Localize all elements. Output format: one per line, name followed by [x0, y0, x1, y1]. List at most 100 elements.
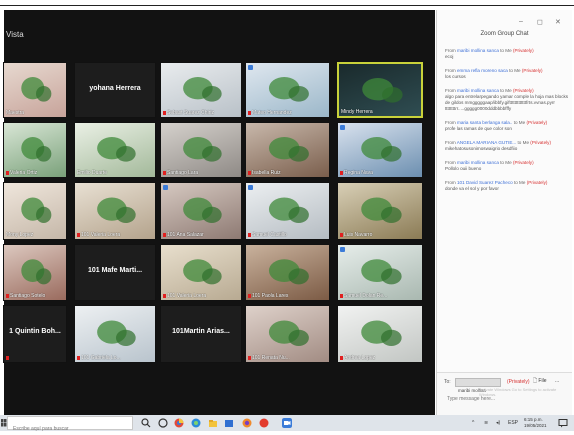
- participant-tile[interactable]: Santiago Sotelo: [3, 244, 67, 301]
- participant-name-text: 101 Valeria Loera: [81, 232, 121, 238]
- private-label: (Privately): [526, 180, 548, 185]
- participant-tile[interactable]: Emilio Duarte: [74, 122, 156, 178]
- participant-name-text: Andrea Lopez: [344, 355, 376, 361]
- private-label: (Privately): [526, 120, 548, 125]
- participant-tile[interactable]: 101 Valeria Loera: [160, 244, 242, 301]
- zoom-icon[interactable]: [282, 418, 292, 428]
- sender-name[interactable]: emma refla moreno saca: [457, 68, 508, 73]
- language-indicator[interactable]: ESP: [508, 420, 518, 426]
- firefox-icon[interactable]: [242, 418, 252, 428]
- participant-tile[interactable]: Regina Nava: [337, 122, 423, 178]
- tray-chevron-icon[interactable]: ^: [472, 420, 474, 426]
- participant-name-text: Isabella Ruiz: [252, 170, 281, 176]
- spotlight-icon: [340, 247, 345, 252]
- participant-name-text: 101 Gabriela Lo...: [81, 355, 121, 361]
- clock[interactable]: 6:15 p.m. 19/05/2021: [524, 417, 547, 429]
- participant-tile[interactable]: Samuel Dolan Re...: [337, 244, 423, 301]
- gallery-next-page[interactable]: [429, 300, 435, 330]
- windows-taskbar: ^ ≋ ◂) ESP 6:15 p.m. 19/05/2021: [0, 415, 574, 433]
- participant-tile[interactable]: 101 Renata Nu...: [245, 305, 330, 363]
- participant-tile[interactable]: Maestra: [3, 62, 67, 118]
- mic-muted-icon: [6, 170, 9, 175]
- minimize-icon[interactable]: –: [519, 18, 523, 25]
- edge-icon[interactable]: [191, 418, 201, 428]
- private-label: (Privately): [512, 160, 534, 165]
- participant-tile[interactable]: Mony Lopez: [3, 182, 67, 240]
- from-label: From: [445, 88, 456, 93]
- mic-muted-icon: [248, 110, 251, 115]
- store-icon[interactable]: [224, 418, 234, 428]
- participant-tile[interactable]: 101 Valeria Loera: [74, 182, 156, 240]
- file-explorer-icon[interactable]: [208, 418, 218, 428]
- from-label: From: [445, 68, 456, 73]
- file-button[interactable]: 🗋 File: [533, 378, 546, 386]
- to-label: to Me: [513, 120, 526, 125]
- participant-tile[interactable]: Santiago Lara: [160, 122, 242, 178]
- message-text: algo para entrelarpegando yamar comple l…: [445, 94, 569, 111]
- participant-tile[interactable]: 101 Mafe Marti...: [74, 244, 156, 301]
- participant-name: 1 Quintin Boh...: [9, 328, 61, 335]
- window-top-strip: [0, 0, 574, 10]
- restore-icon[interactable]: ◻: [537, 18, 543, 26]
- participant-name: Isabella Ruiz: [248, 170, 281, 176]
- participant-grid: Maestra yohana Herrera Sebast Suarez Chiri…: [3, 62, 431, 364]
- participant-tile[interactable]: Sebast Suarez Chiriz: [160, 62, 242, 118]
- search-icon[interactable]: [141, 418, 151, 428]
- participant-tile[interactable]: Andrea Lopez: [337, 305, 423, 363]
- view-toolbar-label[interactable]: Vista: [6, 30, 24, 39]
- sender-name[interactable]: maria santa berlanga sala..: [457, 120, 512, 125]
- mic-muted-icon: [77, 232, 80, 237]
- sender-name[interactable]: 101 David Suarez Pacheco: [457, 180, 513, 185]
- chrome-icon[interactable]: [174, 418, 184, 428]
- close-icon[interactable]: ✕: [555, 18, 561, 26]
- participant-tile[interactable]: 101Martin Arias...: [160, 305, 242, 363]
- mic-muted-icon: [77, 355, 80, 360]
- message-text: los cursos: [445, 74, 466, 79]
- more-button[interactable]: ...: [555, 378, 559, 384]
- participant-name-text: Mindy Herrera: [341, 109, 373, 115]
- chat-message: From 101 David Suarez Pacheco to Me (Pri…: [445, 180, 569, 192]
- message-text: profe las ramas de que color son: [445, 126, 512, 131]
- participant-name-text: 101 Valeria Loera: [167, 293, 207, 299]
- sender-name[interactable]: ANGELA MARIANA GUTIE...: [457, 140, 516, 145]
- sender-name[interactable]: maribi mollina sanca: [457, 160, 499, 165]
- participant-name: Sebast Suarez Chiriz: [163, 110, 214, 116]
- taskbar-search-input[interactable]: [11, 425, 125, 433]
- participant-tile[interactable]: 101 Ana Salazar: [160, 182, 242, 240]
- sender-name[interactable]: maribi mollina sanca: [457, 48, 499, 53]
- participant-tile[interactable]: yohana Herrera: [74, 62, 156, 118]
- notifications-icon[interactable]: [558, 418, 568, 428]
- participant-tile[interactable]: 101 Gabriela Lo...: [74, 305, 156, 363]
- recipient-select[interactable]: maribi mollina: [455, 378, 501, 393]
- spotlight-icon: [248, 185, 253, 190]
- sender-name[interactable]: maribi mollina sanca: [457, 88, 499, 93]
- participant-tile[interactable]: Samuel Castillo: [245, 182, 330, 240]
- taskbar-search-box[interactable]: [7, 416, 133, 433]
- chat-composer: To: maribi mollina (Privately) 🗋 File ..…: [437, 372, 572, 415]
- network-icon[interactable]: ≋: [484, 420, 488, 426]
- participant-tile[interactable]: Mindy Herrera: [337, 62, 423, 118]
- mic-muted-icon: [6, 293, 9, 298]
- to-label: To:: [444, 379, 451, 385]
- participant-name: 101 Mafe Marti...: [87, 267, 143, 274]
- from-label: From: [445, 140, 456, 145]
- participant-tile[interactable]: Isabella Ruiz: [245, 122, 330, 178]
- volume-icon[interactable]: ◂): [496, 420, 500, 426]
- participant-name-text: Luis Navarro: [344, 232, 373, 238]
- participant-tile[interactable]: Valeria Ortiz: [3, 122, 67, 178]
- app-icon[interactable]: [259, 418, 269, 428]
- participant-tile[interactable]: 101 Paola Lares: [245, 244, 330, 301]
- to-label: to Me: [517, 140, 530, 145]
- chat-message-input[interactable]: [445, 393, 567, 405]
- participant-name: 101Martin Arias...: [172, 328, 230, 335]
- participant-name: 101 Renata Nu...: [248, 355, 290, 361]
- participant-name-text: 101 Ana Salazar: [167, 232, 204, 238]
- participant-tile[interactable]: Luis Navarro: [337, 182, 423, 240]
- participant-name-text: Mony Lopez: [6, 232, 34, 238]
- participant-name-text: Emilio Duarte: [77, 170, 108, 176]
- participant-tile[interactable]: 1 Quintin Boh...: [3, 305, 67, 363]
- mic-muted-icon: [340, 170, 343, 175]
- participant-tile[interactable]: Mateo Hernandez: [245, 62, 330, 118]
- task-view-icon[interactable]: [158, 418, 168, 428]
- chat-message: From maribi mollina sanca to Me (Private…: [445, 48, 569, 60]
